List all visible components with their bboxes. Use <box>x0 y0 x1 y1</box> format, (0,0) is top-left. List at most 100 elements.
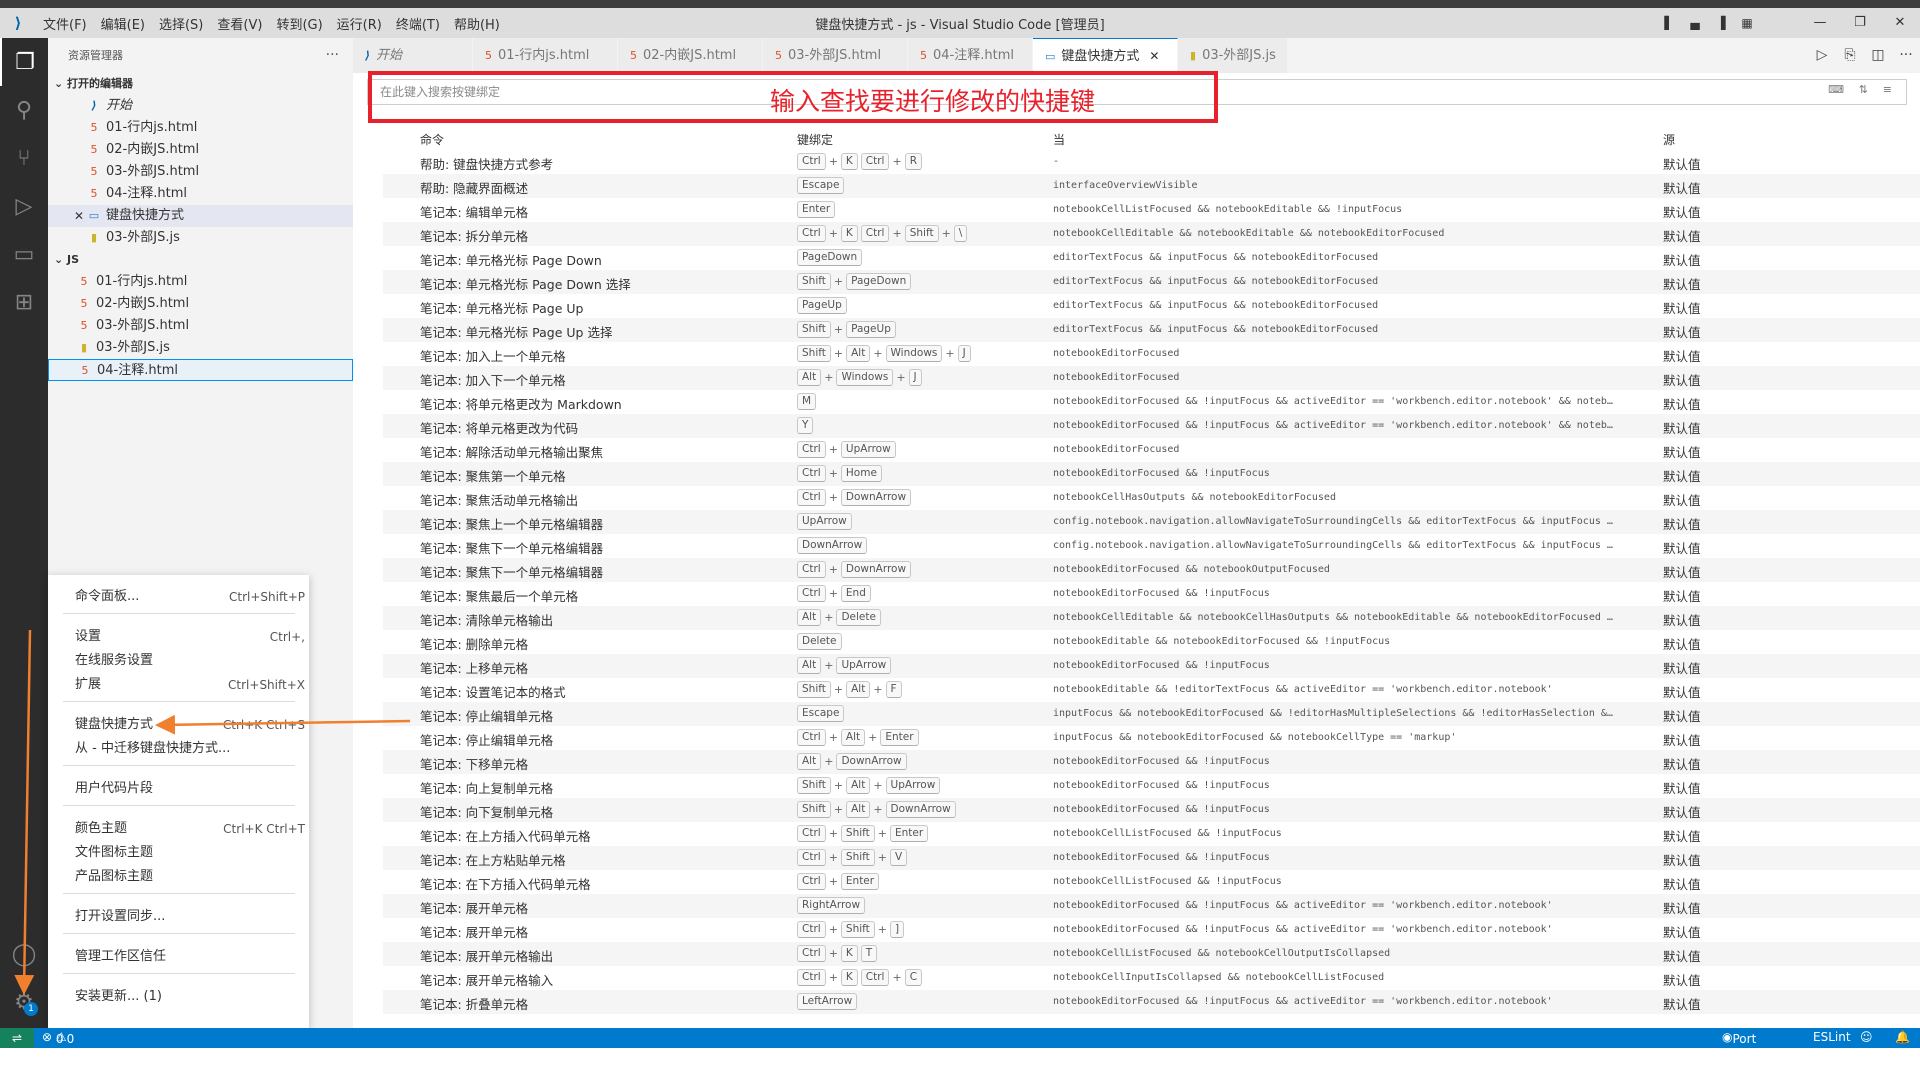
open-editor-item[interactable]: 5 01-行内js.html <box>48 117 353 139</box>
folder-section-js[interactable]: ⌄ JS <box>48 249 353 271</box>
feedback-icon[interactable]: ☺ <box>1860 1030 1873 1044</box>
table-row[interactable]: 笔记本: 展开单元格输入 Ctrl + K Ctrl + CnotebookCellInpu… <box>383 966 1920 990</box>
restore-icon[interactable]: ❐ <box>1840 8 1880 38</box>
open-editor-item[interactable]: ✕ ▭ 键盘快捷方式 <box>48 205 353 227</box>
open-editor-item[interactable]: ▮ 03-外部JS.js <box>48 227 353 249</box>
open-editor-item[interactable]: 5 04-注释.html <box>48 183 353 205</box>
table-row[interactable]: 笔记本: 单元格光标 Page Up 选择 Shift + PageUp editorT… <box>383 318 1920 342</box>
menu-item[interactable]: 安装更新... (1) <box>75 985 305 1009</box>
sort-by-precedence-icon[interactable]: ⇅ <box>1859 83 1868 96</box>
open-editor-item[interactable]: 5 02-内嵌JS.html <box>48 139 353 161</box>
table-row[interactable]: 笔记本: 折叠单元格 LeftArrow notebookEditorFocused… <box>383 990 1920 1014</box>
menu-item[interactable]: 帮助(H) <box>447 14 507 33</box>
remote-explorer-icon[interactable]: ▭ <box>0 230 48 278</box>
remote-indicator-icon[interactable]: ⇌ <box>0 1028 34 1048</box>
table-row[interactable]: 笔记本: 删除单元格 Delete notebookEditable && note… <box>383 630 1920 654</box>
toggle-sidebar-icon[interactable]: ▌ <box>1656 8 1682 38</box>
menu-item[interactable]: 转到(G) <box>269 14 329 33</box>
table-row[interactable]: 笔记本: 向下复制单元格 Shift + Alt + DownArrow notebookE… <box>383 798 1920 822</box>
menu-item[interactable]: 从 - 中迁移键盘快捷方式... <box>75 737 305 761</box>
run-icon[interactable]: ▷ <box>1808 38 1836 73</box>
menu-item[interactable]: 文件图标主题 <box>75 841 305 865</box>
menu-item[interactable]: 终端(T) <box>389 14 447 33</box>
table-row[interactable]: 笔记本: 将单元格更改为 Markdown MnotebookEditorFocu… <box>383 390 1920 414</box>
menu-item[interactable]: 用户代码片段 <box>75 777 305 801</box>
more-icon[interactable]: ··· <box>1892 38 1920 73</box>
manage-gear-icon[interactable]: ⚙ 1 <box>0 978 48 1026</box>
open-editors-section[interactable]: ⌄ 打开的编辑器 <box>48 73 353 95</box>
table-row[interactable]: 笔记本: 在上方粘贴单元格 Ctrl + Shift + VnotebookEditorF… <box>383 846 1920 870</box>
file-item[interactable]: 5 01-行内js.html <box>48 271 353 293</box>
table-row[interactable]: 笔记本: 聚焦下一个单元格编辑器 Ctrl + DownArrow notebookEd… <box>383 558 1920 582</box>
table-row[interactable]: 笔记本: 加入上一个单元格 Shift + Alt + Windows + Jnotebook… <box>383 342 1920 366</box>
table-row[interactable]: 帮助: 键盘快捷方式参考 Ctrl + K Ctrl + R - 默认值 <box>383 150 1920 174</box>
menu-item[interactable]: 管理工作区信任 <box>75 945 305 969</box>
open-json-icon[interactable]: ⎘ <box>1836 38 1864 73</box>
editor-tab[interactable]: 5 02-内嵌JS.html <box>618 38 763 73</box>
open-editor-item[interactable]: 5 03-外部JS.html <box>48 161 353 183</box>
table-row[interactable]: 笔记本: 展开单元格 Ctrl + Shift +] notebookEditorFocu… <box>383 918 1920 942</box>
search-icon[interactable]: ⚲ <box>0 86 48 134</box>
file-item[interactable]: ▮ 03-外部JS.js <box>48 337 353 359</box>
editor-tab[interactable]: ⟩ 开始 <box>353 38 473 73</box>
table-row[interactable]: 笔记本: 展开单元格输出 Ctrl + K TnotebookCellListFocus… <box>383 942 1920 966</box>
menu-item[interactable]: 命令面板... Ctrl+Shift+P <box>75 585 305 609</box>
editor-tab[interactable]: 5 01-行内js.html <box>473 38 618 73</box>
table-row[interactable]: 笔记本: 向上复制单元格 Shift + Alt + UpArrow notebookEdi… <box>383 774 1920 798</box>
more-actions-icon[interactable]: ··· <box>326 38 339 73</box>
table-row[interactable]: 笔记本: 聚焦活动单元格输出 Ctrl + DownArrow notebookCell… <box>383 486 1920 510</box>
file-item[interactable]: 5 02-内嵌JS.html <box>48 293 353 315</box>
table-row[interactable]: 笔记本: 单元格光标 Page Up PageUp editorTextFocus … <box>383 294 1920 318</box>
menu-item[interactable]: 颜色主题 Ctrl+K Ctrl+T <box>75 817 305 841</box>
table-row[interactable]: 帮助: 隐藏界面概述 Escape interfaceOverviewVisible… <box>383 174 1920 198</box>
table-row[interactable]: 笔记本: 编辑单元格 Enter notebookCellListFocused &… <box>383 198 1920 222</box>
table-row[interactable]: 笔记本: 在上方插入代码单元格 Ctrl + Shift + Enter notebookC… <box>383 822 1920 846</box>
clear-search-icon[interactable]: ≡ <box>1883 83 1892 96</box>
open-editor-item[interactable]: ⟩ 开始 <box>48 95 353 117</box>
eslint-status[interactable]: ESLint <box>1813 1030 1851 1044</box>
table-row[interactable]: 笔记本: 单元格光标 Page Down PageDown editorTextFo… <box>383 246 1920 270</box>
table-row[interactable]: 笔记本: 清除单元格输出 Alt + Delete notebookCellEditab… <box>383 606 1920 630</box>
table-row[interactable]: 笔记本: 停止编辑单元格 Ctrl + Alt + Enter inputFocus && … <box>383 726 1920 750</box>
editor-tab[interactable]: ▭ 键盘快捷方式 ✕ <box>1033 38 1178 73</box>
record-keys-icon[interactable]: ⌨ <box>1828 83 1844 96</box>
close-tab-icon[interactable]: ✕ <box>1149 49 1159 63</box>
table-row[interactable]: 笔记本: 在下方插入代码单元格 Ctrl + Enter notebookCellLis… <box>383 870 1920 894</box>
close-window-icon[interactable]: ✕ <box>1880 8 1920 38</box>
extensions-icon[interactable]: ⊞ <box>0 278 48 326</box>
account-icon[interactable]: ◯ <box>0 930 48 978</box>
file-item[interactable]: 5 03-外部JS.html <box>48 315 353 337</box>
table-row[interactable]: 笔记本: 设置笔记本的格式 Shift + Alt + FnotebookEditable… <box>383 678 1920 702</box>
file-item[interactable]: 5 04-注释.html <box>48 359 353 381</box>
table-row[interactable]: 笔记本: 聚焦最后一个单元格 Ctrl + End notebookEditorFocu… <box>383 582 1920 606</box>
table-row[interactable]: 笔记本: 聚焦第一个单元格 Ctrl + Home notebookEditorFocu… <box>383 462 1920 486</box>
table-row[interactable]: 笔记本: 上移单元格 Alt + UpArrow notebookEditorFocus… <box>383 654 1920 678</box>
customize-layout-icon[interactable]: ▦ <box>1734 8 1760 38</box>
split-editor-icon[interactable]: ◫ <box>1864 38 1892 73</box>
table-row[interactable]: 笔记本: 将单元格更改为代码 YnotebookEditorFocused && … <box>383 414 1920 438</box>
live-server-port[interactable]: ◉ Port : 5500 <box>1722 1030 1763 1074</box>
menu-item[interactable]: 查看(V) <box>210 14 269 33</box>
table-row[interactable]: 笔记本: 拆分单元格 Ctrl + K Ctrl + Shift + \ notebookCell… <box>383 222 1920 246</box>
source-control-icon[interactable]: ⑂ <box>0 134 48 182</box>
table-row[interactable]: 笔记本: 解除活动单元格输出聚焦 Ctrl + UpArrow notebookEdit… <box>383 438 1920 462</box>
menu-item[interactable]: 扩展 Ctrl+Shift+X <box>75 673 305 697</box>
menu-item[interactable]: 运行(R) <box>330 14 389 33</box>
menu-item[interactable]: 选择(S) <box>152 14 210 33</box>
problems-indicator[interactable]: ⊗ 0 ⚠ 0 <box>42 1030 74 1046</box>
close-icon[interactable]: ✕ <box>74 205 84 227</box>
editor-tab[interactable]: ▮ 03-外部JS.js <box>1178 38 1288 73</box>
menu-item[interactable]: 键盘快捷方式 Ctrl+K Ctrl+S <box>75 713 305 737</box>
run-debug-icon[interactable]: ▷ <box>0 182 48 230</box>
table-row[interactable]: 笔记本: 加入下一个单元格 Alt + Windows + JnotebookEditor… <box>383 366 1920 390</box>
table-row[interactable]: 笔记本: 聚焦上一个单元格编辑器 UpArrow config.notebook.n… <box>383 510 1920 534</box>
editor-tab[interactable]: 5 03-外部JS.html <box>763 38 908 73</box>
menu-item[interactable]: 在线服务设置 <box>75 649 305 673</box>
explorer-icon[interactable]: ❐ <box>0 38 48 86</box>
menu-item[interactable]: 设置 Ctrl+, <box>75 625 305 649</box>
menu-item[interactable]: 文件(F) <box>36 14 94 33</box>
menu-item[interactable]: 编辑(E) <box>94 14 152 33</box>
table-row[interactable]: 笔记本: 聚焦下一个单元格编辑器 DownArrow config.notebook… <box>383 534 1920 558</box>
menu-item[interactable]: 产品图标主题 <box>75 865 305 889</box>
notifications-icon[interactable]: 🔔 <box>1895 1030 1910 1044</box>
